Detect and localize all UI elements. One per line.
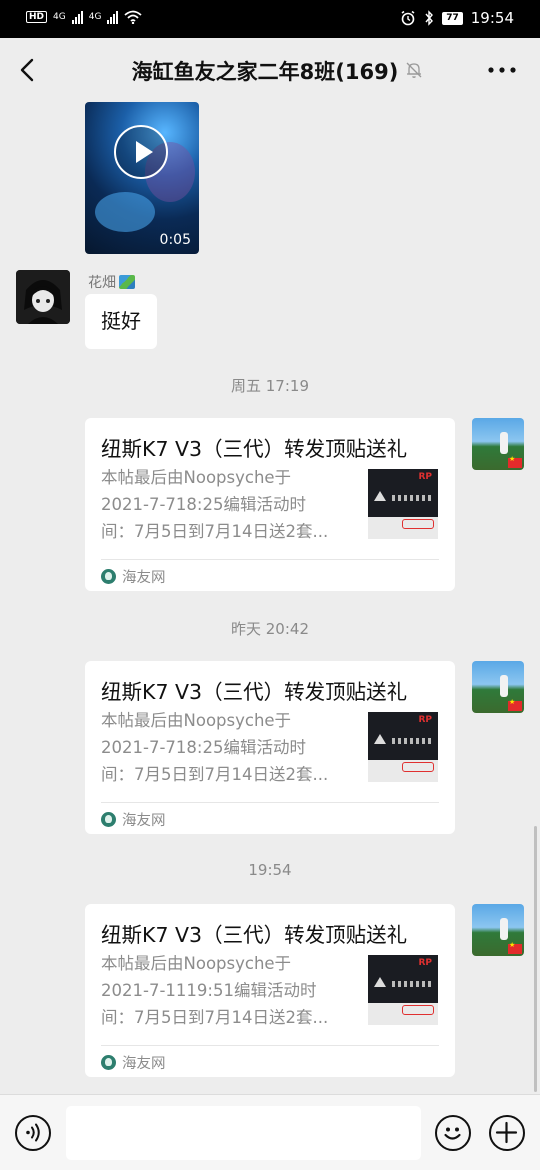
card-divider [101, 559, 439, 560]
card-thumbnail: RP [368, 469, 438, 539]
card-desc-line: 2021-7-1119:51编辑活动时 [101, 981, 317, 1000]
battery-indicator: 77 [442, 11, 463, 25]
card-divider [101, 1045, 439, 1046]
card-source-label: 海友网 [122, 1056, 166, 1072]
card-divider [101, 802, 439, 803]
more-dots-icon[interactable] [488, 64, 516, 76]
flag-badge-icon [508, 941, 522, 954]
signal-strength-icon [71, 10, 83, 24]
mute-bell-icon [406, 62, 422, 78]
card-desc-line: 本帖最后由Noopsyche于 [101, 468, 292, 487]
status-right: 77 19:54 [400, 9, 514, 27]
card-source: 海友网 [101, 1052, 166, 1073]
card-title: 纽斯K7 V3（三代）转发顶贴送礼 [101, 680, 408, 704]
thumb-logo: RP [418, 715, 432, 725]
video-message[interactable]: 0:05 [85, 102, 199, 254]
card-desc-line: 2021-7-718:25编辑活动时 [101, 738, 306, 757]
card-source: 海友网 [101, 809, 166, 830]
card-desc-line: 本帖最后由Noopsyche于 [101, 711, 292, 730]
card-desc-line: 间：7月5日到7月14日送2套... [101, 765, 329, 784]
thumb-logo: RP [418, 472, 432, 482]
card-source-label: 海友网 [122, 570, 166, 586]
chat-title: 海缸鱼友之家二年8班(169) [131, 60, 399, 84]
avatar-decoration [500, 918, 508, 940]
card-description: 本帖最后由Noopsyche于 2021-7-1119:51编辑活动时 间：7月… [101, 950, 355, 1031]
card-desc-line: 间：7月5日到7月14日送2套... [101, 522, 329, 541]
card-desc-line: 本帖最后由Noopsyche于 [101, 954, 292, 973]
status-bar: HD 4G 4G 77 19:54 [0, 0, 540, 38]
signal2-label: 4G [88, 12, 102, 22]
video-duration: 0:05 [159, 232, 191, 248]
card-source-label: 海友网 [122, 813, 166, 829]
plus-icon[interactable] [489, 1115, 525, 1151]
emoji-icon[interactable] [435, 1115, 471, 1151]
avatar-decoration [500, 432, 508, 454]
voice-icon[interactable] [15, 1115, 51, 1151]
source-logo-icon [101, 1055, 116, 1070]
avatar[interactable] [472, 661, 524, 713]
card-description: 本帖最后由Noopsyche于 2021-7-718:25编辑活动时 间：7月5… [101, 707, 355, 788]
flag-badge-icon [508, 698, 522, 711]
avatar[interactable] [472, 904, 524, 956]
message-input[interactable] [66, 1106, 421, 1160]
hd-label: HD [26, 11, 48, 23]
status-time: 19:54 [470, 9, 514, 27]
card-desc-line: 2021-7-718:25编辑活动时 [101, 495, 306, 514]
scrollbar[interactable] [534, 826, 537, 1092]
alarm-icon [401, 10, 415, 26]
bluetooth-icon [425, 10, 434, 26]
card-source: 海友网 [101, 566, 166, 587]
thumb-decoration [392, 981, 432, 987]
play-icon[interactable] [114, 125, 168, 179]
card-title: 纽斯K7 V3（三代）转发顶贴送礼 [101, 437, 408, 461]
chat-messages[interactable]: 0:05 花畑 挺好 周五 17:19 纽斯K7 V3（三代）转发顶贴送礼 本帖… [0, 102, 540, 1094]
sender-name: 花畑 [88, 272, 135, 292]
emoji-flag-icon [119, 275, 135, 289]
link-card[interactable]: 纽斯K7 V3（三代）转发顶贴送礼 本帖最后由Noopsyche于 2021-7… [85, 418, 455, 591]
message-timestamp: 周五 17:19 [231, 377, 309, 395]
avatar[interactable] [16, 270, 70, 324]
thumb-logo: RP [418, 958, 432, 968]
chat-header: 海缸鱼友之家二年8班(169) [0, 38, 540, 102]
thumb-highlight [402, 762, 434, 772]
warning-triangle-icon [374, 977, 386, 987]
input-bar [0, 1094, 540, 1170]
message-timestamp: 昨天 20:42 [231, 620, 309, 638]
message-timestamp: 19:54 [248, 861, 292, 879]
thumb-decoration [392, 738, 432, 744]
video-frame-decoration [95, 192, 155, 232]
avatar-anime-icon [16, 270, 70, 324]
card-description: 本帖最后由Noopsyche于 2021-7-718:25编辑活动时 间：7月5… [101, 464, 355, 545]
sender-name-text: 花畑 [88, 275, 116, 291]
link-card[interactable]: 纽斯K7 V3（三代）转发顶贴送礼 本帖最后由Noopsyche于 2021-7… [85, 904, 455, 1077]
avatar[interactable] [472, 418, 524, 470]
card-desc-line: 间：7月5日到7月14日送2套... [101, 1008, 329, 1027]
thumb-highlight [402, 519, 434, 529]
signal1-label: 4G [53, 12, 66, 22]
card-title: 纽斯K7 V3（三代）转发顶贴送礼 [101, 923, 408, 947]
warning-triangle-icon [374, 491, 386, 501]
card-thumbnail: RP [368, 955, 438, 1025]
avatar-decoration [500, 675, 508, 697]
signal-strength-icon [107, 10, 119, 24]
source-logo-icon [101, 569, 116, 584]
text-bubble[interactable]: 挺好 [85, 294, 157, 349]
card-thumbnail: RP [368, 712, 438, 782]
flag-badge-icon [508, 455, 522, 468]
thumb-decoration [392, 495, 432, 501]
wifi-icon [124, 10, 143, 24]
status-left: HD 4G 4G [26, 10, 143, 24]
link-card[interactable]: 纽斯K7 V3（三代）转发顶贴送礼 本帖最后由Noopsyche于 2021-7… [85, 661, 455, 834]
thumb-highlight [402, 1005, 434, 1015]
source-logo-icon [101, 812, 116, 827]
warning-triangle-icon [374, 734, 386, 744]
